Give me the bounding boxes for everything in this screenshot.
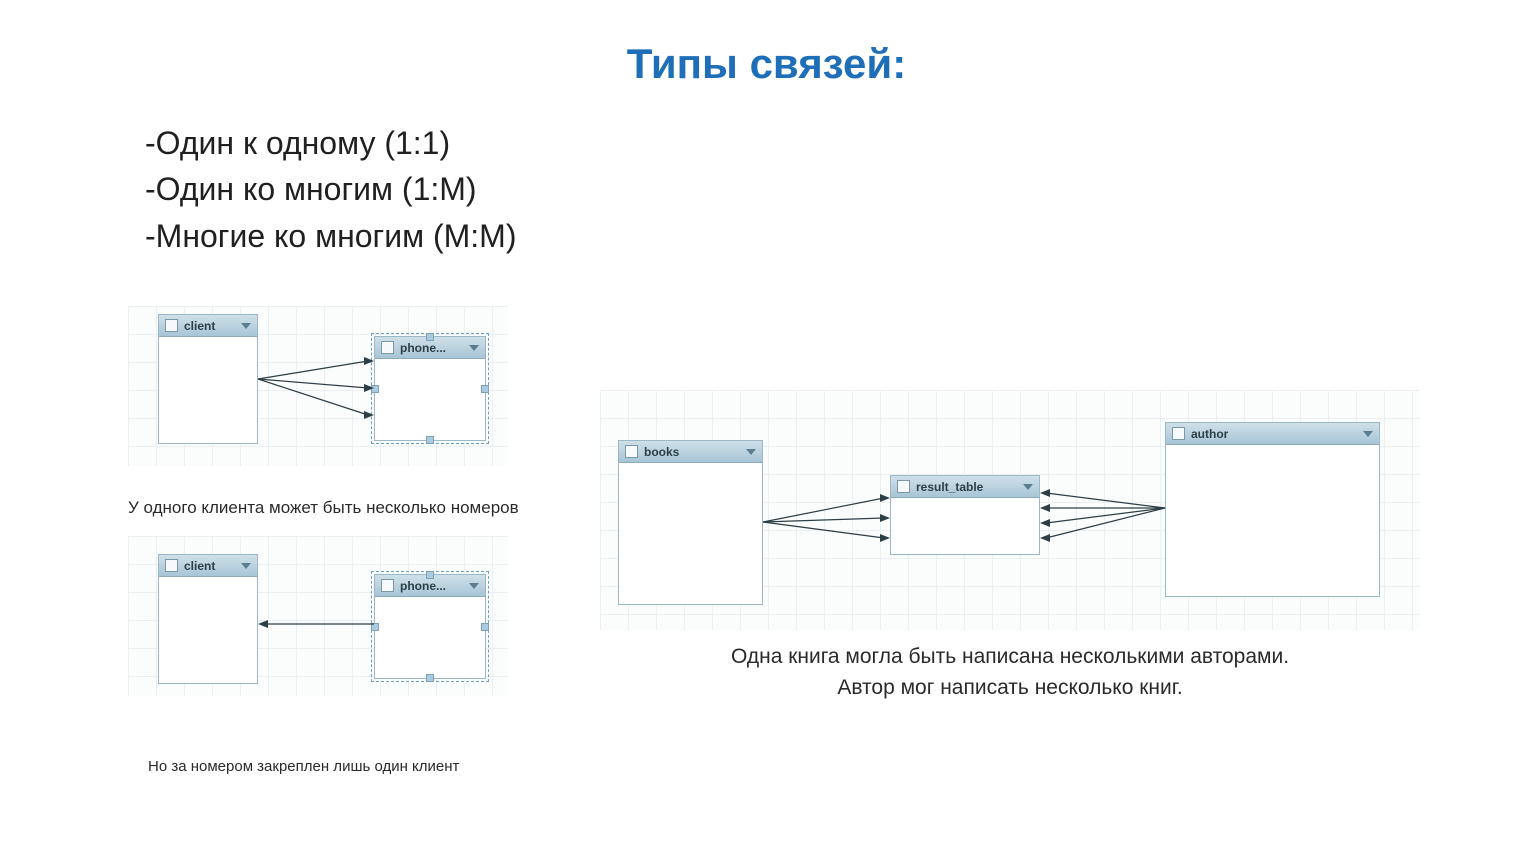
diagram-one-to-one-caption: Но за номером закреплен лишь один клиент [148, 758, 459, 775]
bullet-2: -Один ко многим (1:М) [145, 166, 516, 212]
bullet-1: -Один к одному (1:1) [145, 120, 516, 166]
bullet-list: -Один к одному (1:1) -Один ко многим (1:… [145, 120, 516, 259]
diagram-one-to-many-panel: client phone... [128, 306, 508, 466]
diagram-one-to-many-caption: У одного клиента может быть несколько но… [128, 498, 528, 518]
many-to-many-connector [600, 390, 1420, 630]
diagram-many-to-many-caption-1: Одна книга могла быть написана нескольки… [620, 645, 1400, 669]
slide: Типы связей: -Один к одному (1:1) -Один … [0, 0, 1533, 864]
diagram-many-to-many-panel: books result_table author [600, 390, 1420, 630]
bullet-3: -Многие ко многим (М:М) [145, 213, 516, 259]
diagram-many-to-many-caption-2: Автор мог написать несколько книг. [620, 676, 1400, 700]
page-title: Типы связей: [0, 40, 1533, 88]
one-to-many-connector [128, 306, 508, 466]
diagram-one-to-one-panel: client phone... [128, 536, 508, 696]
one-to-one-connector [128, 536, 508, 696]
